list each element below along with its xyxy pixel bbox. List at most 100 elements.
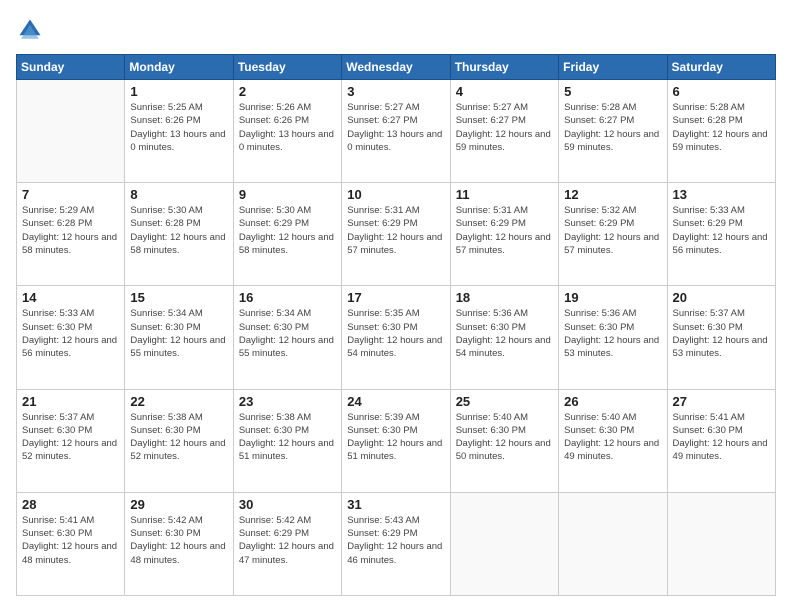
logo-icon [16,16,44,44]
day-info: Sunrise: 5:30 AM Sunset: 6:29 PM Dayligh… [239,204,336,257]
day-info: Sunrise: 5:38 AM Sunset: 6:30 PM Dayligh… [239,411,336,464]
day-number: 18 [456,290,553,305]
day-number: 20 [673,290,770,305]
calendar-cell: 5 Sunrise: 5:28 AM Sunset: 6:27 PM Daylig… [559,80,667,183]
weekday-header: Friday [559,55,667,80]
calendar-cell: 4 Sunrise: 5:27 AM Sunset: 6:27 PM Daylig… [450,80,558,183]
day-info: Sunrise: 5:40 AM Sunset: 6:30 PM Dayligh… [456,411,553,464]
calendar-cell [450,492,558,595]
calendar-cell: 29 Sunrise: 5:42 AM Sunset: 6:30 PM Dayli… [125,492,233,595]
day-info: Sunrise: 5:26 AM Sunset: 6:26 PM Dayligh… [239,101,336,154]
day-info: Sunrise: 5:34 AM Sunset: 6:30 PM Dayligh… [130,307,227,360]
day-info: Sunrise: 5:41 AM Sunset: 6:30 PM Dayligh… [673,411,770,464]
day-number: 1 [130,84,227,99]
day-number: 17 [347,290,444,305]
calendar-cell: 22Sunrise: 5:38 AM Sunset: 6:30 PM Dayli… [125,389,233,492]
day-number: 23 [239,394,336,409]
calendar-cell [667,492,775,595]
day-number: 19 [564,290,661,305]
calendar-cell: 13Sunrise: 5:33 AM Sunset: 6:29 PM Dayli… [667,183,775,286]
calendar-cell: 25 Sunrise: 5:40 AM Sunset: 6:30 PM Dayli… [450,389,558,492]
calendar-cell: 8Sunrise: 5:30 AM Sunset: 6:28 PM Daylig… [125,183,233,286]
day-info: Sunrise: 5:43 AM Sunset: 6:29 PM Dayligh… [347,514,444,567]
day-number: 27 [673,394,770,409]
calendar-cell: 26 Sunrise: 5:40 AM Sunset: 6:30 PM Dayli… [559,389,667,492]
day-number: 24 [347,394,444,409]
calendar-cell [17,80,125,183]
day-info: Sunrise: 5:31 AM Sunset: 6:29 PM Dayligh… [456,204,553,257]
calendar-cell: 19 Sunrise: 5:36 AM Sunset: 6:30 PM Dayli… [559,286,667,389]
day-number: 16 [239,290,336,305]
weekday-header: Saturday [667,55,775,80]
day-number: 14 [22,290,119,305]
calendar-cell: 9Sunrise: 5:30 AM Sunset: 6:29 PM Daylig… [233,183,341,286]
calendar-cell: 17 Sunrise: 5:35 AM Sunset: 6:30 PM Dayli… [342,286,450,389]
day-info: Sunrise: 5:34 AM Sunset: 6:30 PM Dayligh… [239,307,336,360]
day-info: Sunrise: 5:36 AM Sunset: 6:30 PM Dayligh… [564,307,661,360]
day-info: Sunrise: 5:28 AM Sunset: 6:28 PM Dayligh… [673,101,770,154]
calendar-cell: 15 Sunrise: 5:34 AM Sunset: 6:30 PM Dayli… [125,286,233,389]
day-info: Sunrise: 5:40 AM Sunset: 6:30 PM Dayligh… [564,411,661,464]
day-info: Sunrise: 5:36 AM Sunset: 6:30 PM Dayligh… [456,307,553,360]
calendar-cell: 3 Sunrise: 5:27 AM Sunset: 6:27 PM Daylig… [342,80,450,183]
weekday-header: Thursday [450,55,558,80]
day-number: 4 [456,84,553,99]
day-info: Sunrise: 5:33 AM Sunset: 6:30 PM Dayligh… [22,307,119,360]
calendar-cell: 16 Sunrise: 5:34 AM Sunset: 6:30 PM Dayli… [233,286,341,389]
calendar-cell: 23 Sunrise: 5:38 AM Sunset: 6:30 PM Dayli… [233,389,341,492]
day-info: Sunrise: 5:35 AM Sunset: 6:30 PM Dayligh… [347,307,444,360]
logo [16,16,48,44]
weekday-header: Tuesday [233,55,341,80]
day-info: Sunrise: 5:27 AM Sunset: 6:27 PM Dayligh… [456,101,553,154]
day-info: Sunrise: 5:29 AM Sunset: 6:28 PM Dayligh… [22,204,119,257]
day-info: Sunrise: 5:41 AM Sunset: 6:30 PM Dayligh… [22,514,119,567]
day-info: Sunrise: 5:28 AM Sunset: 6:27 PM Dayligh… [564,101,661,154]
calendar-cell: 27 Sunrise: 5:41 AM Sunset: 6:30 PM Dayli… [667,389,775,492]
day-number: 3 [347,84,444,99]
day-number: 6 [673,84,770,99]
calendar-cell: 18 Sunrise: 5:36 AM Sunset: 6:30 PM Dayli… [450,286,558,389]
day-number: 30 [239,497,336,512]
day-number: 12 [564,187,661,202]
day-info: Sunrise: 5:25 AM Sunset: 6:26 PM Dayligh… [130,101,227,154]
calendar-cell: 6 Sunrise: 5:28 AM Sunset: 6:28 PM Daylig… [667,80,775,183]
day-info: Sunrise: 5:42 AM Sunset: 6:29 PM Dayligh… [239,514,336,567]
day-info: Sunrise: 5:31 AM Sunset: 6:29 PM Dayligh… [347,204,444,257]
calendar-cell: 11Sunrise: 5:31 AM Sunset: 6:29 PM Dayli… [450,183,558,286]
day-number: 31 [347,497,444,512]
calendar-cell: 14 Sunrise: 5:33 AM Sunset: 6:30 PM Dayli… [17,286,125,389]
day-info: Sunrise: 5:37 AM Sunset: 6:30 PM Dayligh… [673,307,770,360]
day-info: Sunrise: 5:30 AM Sunset: 6:28 PM Dayligh… [130,204,227,257]
day-info: Sunrise: 5:39 AM Sunset: 6:30 PM Dayligh… [347,411,444,464]
calendar-cell: 28 Sunrise: 5:41 AM Sunset: 6:30 PM Dayli… [17,492,125,595]
day-info: Sunrise: 5:27 AM Sunset: 6:27 PM Dayligh… [347,101,444,154]
page: SundayMondayTuesdayWednesdayThursdayFrid… [0,0,792,612]
day-number: 22 [130,394,227,409]
day-number: 29 [130,497,227,512]
calendar-cell: 31 Sunrise: 5:43 AM Sunset: 6:29 PM Dayli… [342,492,450,595]
header [16,16,776,44]
day-number: 21 [22,394,119,409]
day-number: 28 [22,497,119,512]
day-number: 26 [564,394,661,409]
weekday-header: Monday [125,55,233,80]
day-info: Sunrise: 5:42 AM Sunset: 6:30 PM Dayligh… [130,514,227,567]
calendar-cell: 12 Sunrise: 5:32 AM Sunset: 6:29 PM Dayli… [559,183,667,286]
day-number: 25 [456,394,553,409]
calendar-cell: 20 Sunrise: 5:37 AM Sunset: 6:30 PM Dayli… [667,286,775,389]
calendar-cell: 7Sunrise: 5:29 AM Sunset: 6:28 PM Daylig… [17,183,125,286]
calendar-table: SundayMondayTuesdayWednesdayThursdayFrid… [16,54,776,596]
day-number: 15 [130,290,227,305]
day-info: Sunrise: 5:32 AM Sunset: 6:29 PM Dayligh… [564,204,661,257]
day-number: 5 [564,84,661,99]
day-number: 2 [239,84,336,99]
calendar-cell: 10Sunrise: 5:31 AM Sunset: 6:29 PM Dayli… [342,183,450,286]
calendar-cell: 1 Sunrise: 5:25 AM Sunset: 6:26 PM Daylig… [125,80,233,183]
calendar-cell: 24 Sunrise: 5:39 AM Sunset: 6:30 PM Dayli… [342,389,450,492]
weekday-header: Wednesday [342,55,450,80]
day-info: Sunrise: 5:33 AM Sunset: 6:29 PM Dayligh… [673,204,770,257]
day-info: Sunrise: 5:37 AM Sunset: 6:30 PM Dayligh… [22,411,119,464]
weekday-header: Sunday [17,55,125,80]
calendar-cell [559,492,667,595]
calendar-cell: 2 Sunrise: 5:26 AM Sunset: 6:26 PM Daylig… [233,80,341,183]
